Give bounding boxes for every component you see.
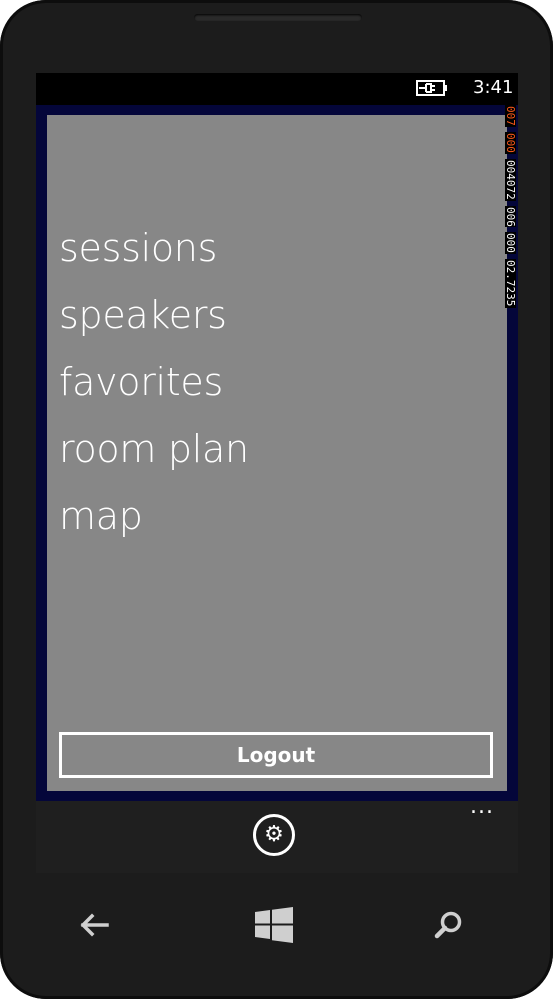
counter-value: 02.7235 — [504, 259, 517, 308]
search-button[interactable] — [418, 895, 478, 955]
gear-icon: ⚙ — [264, 822, 284, 847]
settings-button[interactable]: ⚙ — [253, 814, 295, 856]
battery-charging-icon — [416, 80, 447, 96]
menu-item-room-plan[interactable]: room plan — [59, 423, 249, 490]
counter-value: 000 — [504, 131, 517, 154]
phone-frame: 3:41 sessions speakers favorites room pl… — [0, 0, 553, 999]
counter-value: 007 — [504, 105, 517, 127]
back-arrow-icon — [80, 913, 109, 937]
start-button[interactable] — [244, 895, 304, 955]
frame-rate-counter: 007 000 004072 006 000 02.7235 — [504, 105, 518, 465]
menu-item-favorites[interactable]: favorites — [59, 356, 249, 423]
counter-value: 004072 — [504, 158, 517, 201]
phone-screen: 3:41 sessions speakers favorites room pl… — [36, 73, 518, 873]
earpiece-speaker — [194, 14, 362, 21]
status-time: 3:41 — [473, 77, 514, 98]
menu-item-sessions[interactable]: sessions — [59, 222, 249, 289]
app-frame: sessions speakers favorites room plan ma… — [36, 105, 518, 801]
search-icon — [434, 911, 462, 939]
application-bar: ⚙ ... — [36, 796, 518, 873]
counter-value: 006 — [504, 205, 517, 228]
logout-button[interactable]: Logout — [59, 732, 493, 778]
main-panel: sessions speakers favorites room plan ma… — [47, 115, 507, 791]
back-button[interactable] — [64, 895, 124, 955]
menu-item-speakers[interactable]: speakers — [59, 289, 249, 356]
menu-item-map[interactable]: map — [59, 490, 249, 557]
more-options-button[interactable]: ... — [462, 796, 502, 821]
status-bar: 3:41 — [36, 73, 518, 105]
main-menu: sessions speakers favorites room plan ma… — [59, 222, 249, 557]
counter-value: 000 — [504, 232, 517, 255]
windows-logo-icon — [255, 907, 293, 943]
ellipsis-icon: ... — [470, 794, 494, 819]
